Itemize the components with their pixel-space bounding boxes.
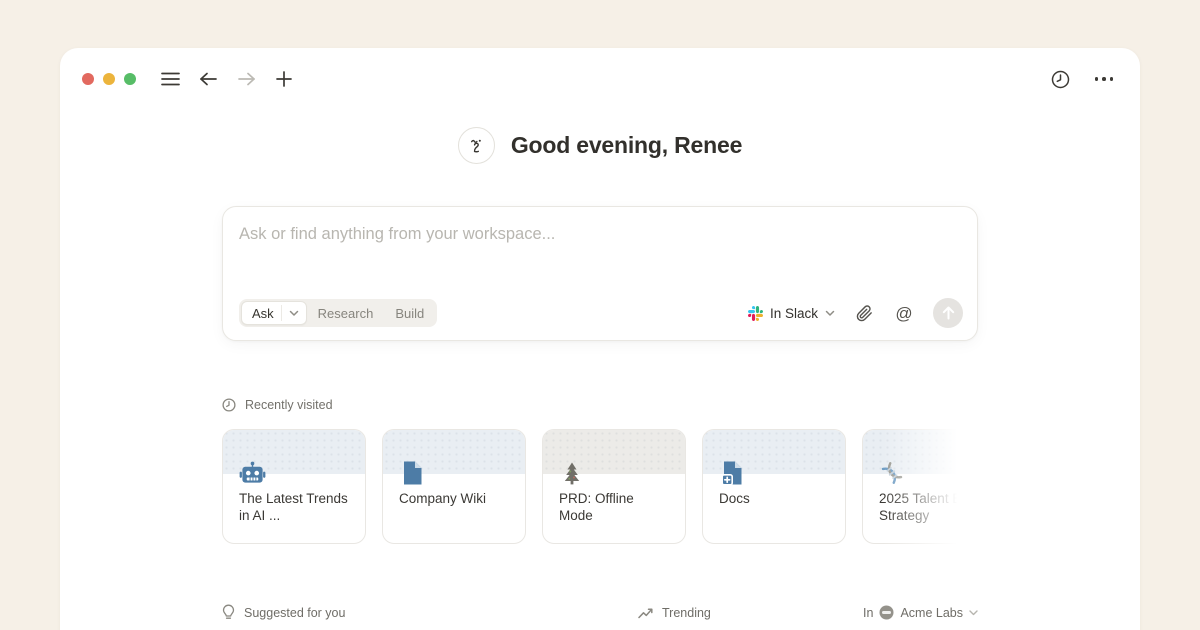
minimize-window-button[interactable] [103,73,115,85]
history-clock-icon[interactable] [1048,67,1072,91]
search-input[interactable] [239,221,963,292]
recently-visited-carousel: The Latest Trends in AI ... Company Wiki [222,429,978,544]
greeting-header: Good evening, Renee [222,127,978,164]
chevron-down-icon [281,305,306,321]
zoom-window-button[interactable] [124,73,136,85]
back-arrow-icon[interactable] [196,67,220,91]
scope-label: In Slack [770,306,818,321]
slack-icon [748,306,763,321]
trending-label: Trending [662,606,711,620]
page-icon [398,459,426,487]
mode-ask-button[interactable]: Ask [241,301,307,325]
mode-switcher: Ask Research Build [239,299,437,327]
mode-research-button[interactable]: Research [307,306,385,321]
card-docs[interactable]: Docs [702,429,846,544]
close-window-button[interactable] [82,73,94,85]
menu-icon[interactable] [158,67,182,91]
send-button[interactable] [933,298,963,328]
suggested-for-you-header: Suggested for you [222,604,638,621]
card-prd-offline-mode[interactable]: PRD: Offline Mode [542,429,686,544]
at-mention-icon[interactable]: @ [893,302,915,324]
forward-arrow-icon[interactable] [234,67,258,91]
chevron-down-icon [969,610,978,616]
app-window: Good evening, Renee Ask Research Build [60,48,1140,630]
title-bar [60,48,1140,90]
page-plus-icon [718,459,746,487]
clock-icon [222,398,236,412]
tree-icon [558,459,586,487]
scope-selector[interactable]: In Slack [748,306,835,321]
workspace-filter[interactable]: In Acme Labs [863,605,978,620]
robot-icon [238,459,266,487]
more-ellipsis-icon[interactable] [1092,67,1116,91]
greeting-text: Good evening, Renee [511,132,742,159]
plus-icon[interactable] [272,67,296,91]
chevron-down-icon [825,310,835,317]
recently-visited-header: Recently visited [222,398,978,412]
trending-up-icon [638,607,653,619]
card-latest-trends-in-ai[interactable]: The Latest Trends in AI ... [222,429,366,544]
trending-header: Trending [638,606,711,620]
card-company-wiki[interactable]: Company Wiki [382,429,526,544]
workspace-filter-prefix: In [863,606,873,620]
mode-build-button[interactable]: Build [384,306,435,321]
ask-search-box: Ask Research Build [222,206,978,341]
window-controls [82,73,136,85]
arrow-up-icon [942,306,955,320]
card-2025-talent-brand-strategy[interactable]: 2025 Talent Brand Strategy [862,429,978,544]
paperclip-icon[interactable] [853,302,875,324]
lightbulb-icon [222,604,235,621]
workspace-logo-icon [879,605,894,620]
recently-visited-title: Recently visited [245,398,333,412]
notion-ai-face-icon [458,127,495,164]
workspace-filter-label: Acme Labs [900,606,963,620]
suggested-for-you-label: Suggested for you [244,606,345,620]
